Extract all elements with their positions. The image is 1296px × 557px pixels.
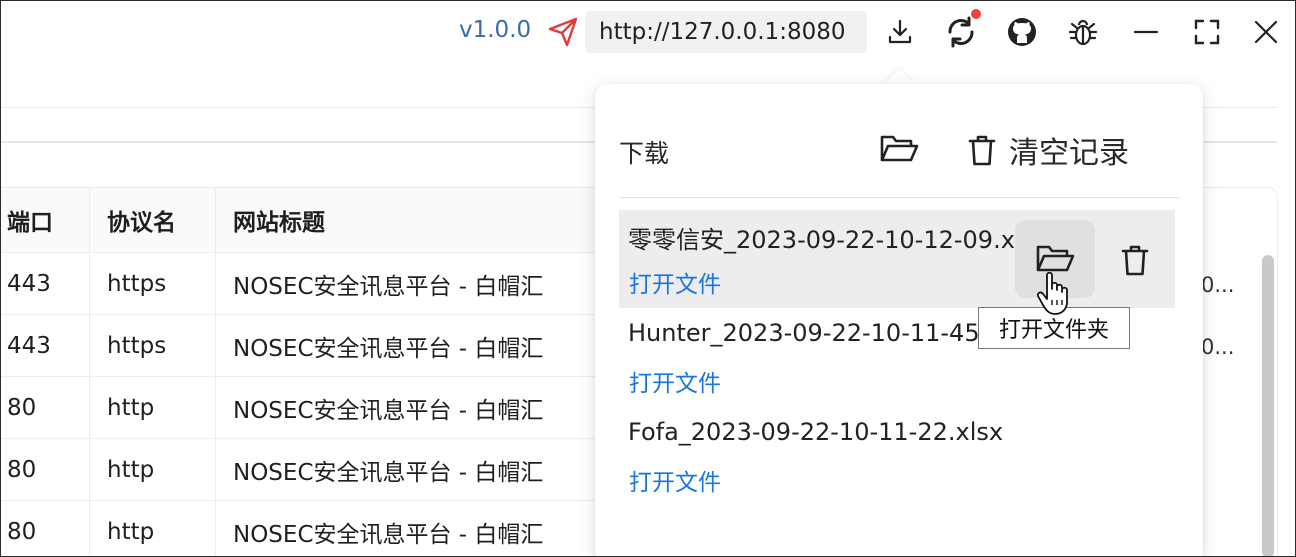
table-row[interactable]: 443 https NOSEC安全讯息平台 - 白帽汇 <box>1 314 633 377</box>
table-row[interactable]: 80 http NOSEC安全讯息平台 - 白帽汇 <box>1 438 633 501</box>
github-icon <box>1008 18 1036 46</box>
download-filename: Fofa_2023-09-22-10-11-22.xlsx <box>628 418 1004 446</box>
clear-records-label: 清空记录 <box>1009 136 1129 171</box>
server-url-text: http://127.0.0.1:8080 <box>599 19 846 45</box>
sync-button[interactable] <box>943 9 981 51</box>
table-scrollbar-thumb[interactable] <box>1262 255 1274 556</box>
table-row[interactable]: 80 http NOSEC安全讯息平台 - 白帽汇 <box>1 500 633 556</box>
cell-protocol: http <box>89 438 216 501</box>
fullscreen-icon <box>1194 19 1220 45</box>
open-file-link[interactable]: 打开文件 <box>629 265 721 299</box>
bug-icon <box>1068 19 1098 46</box>
title-bar: v1.0.0 http://127.0.0.1:8080 <box>1 1 1295 63</box>
open-downloads-folder-button[interactable] <box>875 129 923 169</box>
table-row[interactable]: 80 http NOSEC安全讯息平台 - 白帽汇 <box>1 376 633 439</box>
server-url-field[interactable]: http://127.0.0.1:8080 <box>585 11 867 53</box>
cell-title: NOSEC安全讯息平台 - 白帽汇 <box>215 314 633 377</box>
table-row[interactable]: 443 https NOSEC安全讯息平台 - 白帽汇 <box>1 252 633 315</box>
trash-icon <box>968 135 996 166</box>
open-file-link[interactable]: 打开文件 <box>629 364 721 398</box>
sync-icon <box>948 16 974 48</box>
fullscreen-button[interactable] <box>1189 13 1225 51</box>
download-filename: 零零信安_2023-09-22-10-12-09.xlsx <box>628 226 1018 254</box>
debug-button[interactable] <box>1065 13 1101 51</box>
open-file-link[interactable]: 打开文件 <box>629 463 721 497</box>
cell-port: 80 <box>1 500 90 556</box>
downloads-title: 下载 <box>619 139 670 168</box>
cell-title: NOSEC安全讯息平台 - 白帽汇 <box>215 438 633 501</box>
download-filename: Hunter_2023-09-22-10-11-45.xlsx <box>628 319 1018 347</box>
close-icon <box>1254 20 1278 44</box>
clear-records-button[interactable]: 清空记录 <box>967 128 1129 172</box>
column-header-protocol[interactable]: 协议名 <box>89 188 216 253</box>
delete-record-button[interactable] <box>1111 236 1159 284</box>
table-header-row: 端口 协议名 网站标题 <box>1 188 633 253</box>
cell-title: NOSEC安全讯息平台 - 白帽汇 <box>215 252 633 315</box>
download-icon <box>888 19 912 44</box>
column-header-port[interactable]: 端口 <box>1 188 90 253</box>
notification-dot <box>971 9 981 19</box>
download-item[interactable]: Fofa_2023-09-22-10-11-22.xlsx 打开文件 <box>619 408 1175 506</box>
cell-truncated: 0... <box>1201 335 1235 359</box>
download-item[interactable]: 零零信安_2023-09-22-10-12-09.xlsx 打开文件 <box>619 210 1175 308</box>
app-window: v1.0.0 http://127.0.0.1:8080 端口 协议名 网站标题… <box>0 0 1296 557</box>
cell-port: 443 <box>1 314 90 377</box>
download-button[interactable] <box>882 13 918 51</box>
cell-protocol: http <box>89 500 216 556</box>
minimize-button[interactable] <box>1128 13 1164 51</box>
cell-title: NOSEC安全讯息平台 - 白帽汇 <box>215 376 633 439</box>
cell-port: 80 <box>1 438 90 501</box>
cell-title: NOSEC安全讯息平台 - 白帽汇 <box>215 500 633 556</box>
github-button[interactable] <box>1004 13 1040 51</box>
cell-truncated: 0... <box>1201 273 1235 297</box>
cell-port: 443 <box>1 252 90 315</box>
cell-protocol: http <box>89 376 216 439</box>
cell-protocol: https <box>89 252 216 315</box>
send-icon[interactable] <box>547 16 579 48</box>
trash-icon <box>1121 245 1149 276</box>
folder-open-icon <box>880 135 919 162</box>
version-label: v1.0.0 <box>459 17 532 43</box>
hand-cursor-icon <box>1036 271 1068 315</box>
popover-divider <box>619 197 1179 198</box>
close-button[interactable] <box>1248 13 1284 51</box>
column-header-title[interactable]: 网站标题 <box>215 188 633 253</box>
cell-port: 80 <box>1 376 90 439</box>
cell-protocol: https <box>89 314 216 377</box>
minimize-icon <box>1133 30 1159 34</box>
